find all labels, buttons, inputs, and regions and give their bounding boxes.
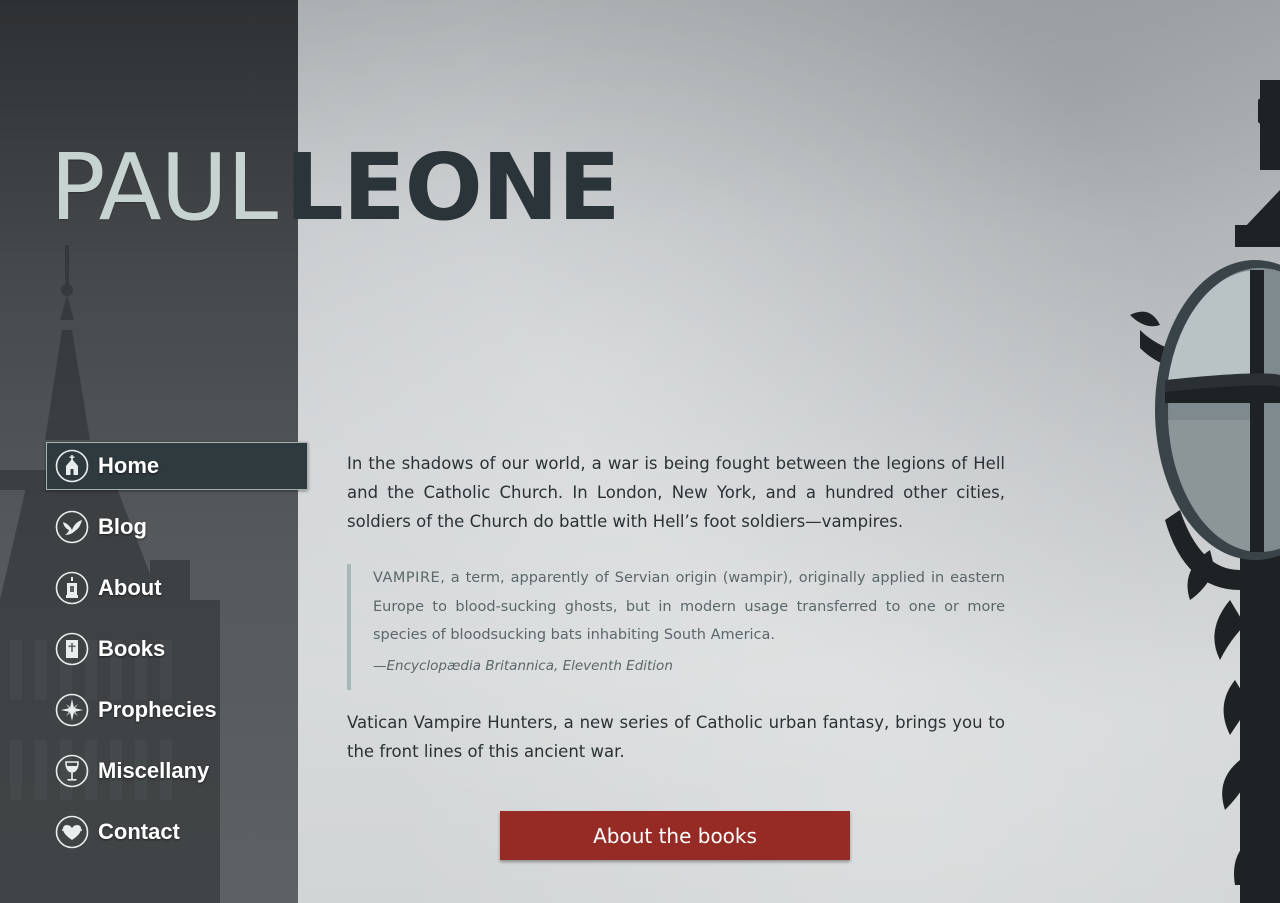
- nav-item-home[interactable]: Home: [46, 442, 308, 490]
- star-compass-icon: [55, 693, 89, 727]
- nav-item-contact[interactable]: Contact: [46, 808, 308, 856]
- quote-text: VAMPIRE, a term, apparently of Servian o…: [373, 564, 1005, 650]
- nav-label-about: About: [98, 575, 162, 600]
- book-icon: [55, 632, 89, 666]
- main-content: In the shadows of our world, a war is be…: [347, 449, 1005, 766]
- nav-item-about[interactable]: About: [46, 564, 308, 612]
- dove-icon: [55, 510, 89, 544]
- site-title: PAULLEONE: [50, 133, 621, 243]
- about-the-books-button[interactable]: About the books: [500, 811, 850, 860]
- site-title-first: PAUL: [50, 134, 278, 241]
- nav-item-miscellany[interactable]: Miscellany: [46, 747, 308, 795]
- quote-term: VAMPIRE: [373, 570, 441, 586]
- church-icon: [55, 449, 89, 483]
- main-nav: Home Blog About Books Prophecies Miscell…: [46, 442, 308, 869]
- nav-label-prophecies: Prophecies: [98, 697, 217, 722]
- quote-citation: —Encyclopædia Britannica, Eleventh Editi…: [373, 657, 673, 674]
- site-title-last: LEONE: [285, 134, 621, 241]
- page: PAULLEONE Home Blog About Books Propheci…: [0, 0, 1280, 903]
- nav-item-blog[interactable]: Blog: [46, 503, 308, 551]
- nav-label-books: Books: [98, 636, 166, 661]
- nav-label-contact: Contact: [98, 819, 180, 844]
- lantern-icon: [55, 571, 89, 605]
- nav-item-books[interactable]: Books: [46, 625, 308, 673]
- street-lamp-image: [1130, 80, 1280, 903]
- encyclopedia-quote: VAMPIRE, a term, apparently of Servian o…: [347, 564, 1005, 690]
- nav-item-prophecies[interactable]: Prophecies: [46, 686, 308, 734]
- wine-glass-icon: [55, 754, 89, 788]
- nav-label-home: Home: [98, 453, 160, 478]
- intro-paragraph: In the shadows of our world, a war is be…: [347, 454, 1005, 531]
- nav-label-miscellany: Miscellany: [98, 758, 210, 783]
- nav-label-blog: Blog: [98, 514, 147, 539]
- outro-paragraph: Vatican Vampire Hunters, a new series of…: [347, 713, 1005, 761]
- heart-icon: [55, 815, 89, 849]
- quote-body: , a term, apparently of Servian origin (…: [373, 570, 1005, 643]
